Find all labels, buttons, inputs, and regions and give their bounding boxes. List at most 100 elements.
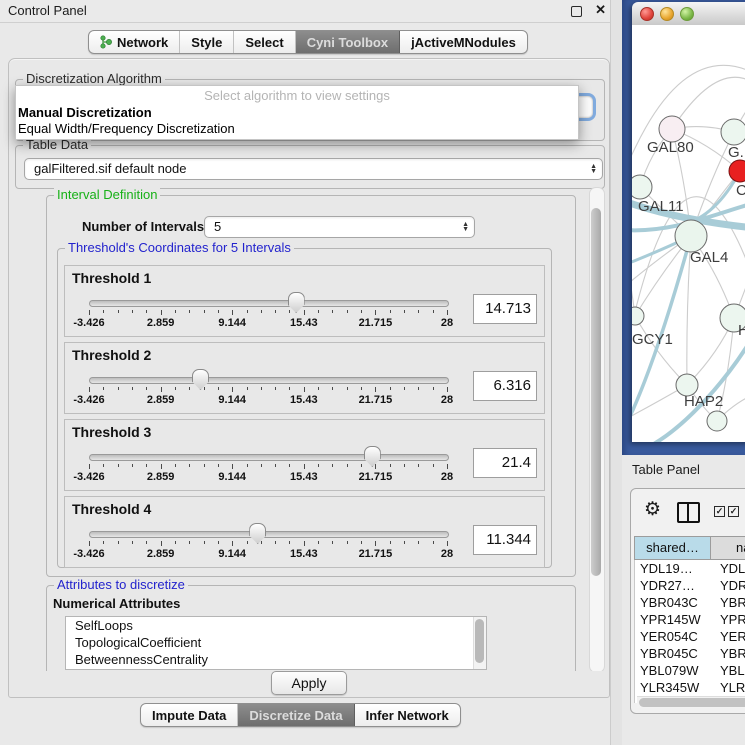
network-node-gcy1[interactable]	[632, 307, 644, 325]
scrollbar-thumb[interactable]	[591, 208, 601, 576]
checkbox-checked-icon[interactable]: ✓	[714, 506, 725, 517]
tick-mark	[404, 310, 405, 313]
close-traffic-light-icon[interactable]	[640, 7, 654, 21]
threshold-slider[interactable]: -3.4262.8599.14415.4321.71528	[89, 523, 447, 565]
attribute-list-item[interactable]: SelfLoops	[66, 617, 486, 634]
threshold-value-field[interactable]: 6.316	[473, 371, 537, 401]
name-cell: YDL1	[715, 560, 745, 577]
slider-track[interactable]	[89, 377, 449, 384]
threshold-value-field[interactable]: 11.344	[473, 525, 537, 555]
tick-mark	[146, 387, 147, 390]
slider-thumb[interactable]	[192, 369, 209, 390]
table-row[interactable]: YDR27…YDR2	[635, 577, 745, 594]
tick-mark	[146, 464, 147, 467]
column-header-shared-name[interactable]: shared…	[634, 537, 711, 559]
table-row[interactable]: YLR345WYLR3	[635, 679, 745, 696]
shared-name-cell: YLR345W	[635, 679, 715, 696]
threshold-value-field[interactable]: 21.4	[473, 448, 537, 478]
tick-mark	[161, 464, 162, 469]
tab-cyni-toolbox[interactable]: Cyni Toolbox	[296, 31, 400, 53]
attribute-list-item[interactable]: TopologicalCoefficient	[66, 634, 486, 651]
network-window-titlebar[interactable]	[632, 2, 745, 26]
tick-mark	[375, 464, 376, 469]
network-canvas[interactable]: GAL80G.CGAL11GAL4GCY1HHAP2	[632, 25, 745, 442]
node-label: GAL11	[638, 198, 684, 215]
numerical-attributes-list[interactable]: SelfLoopsTopologicalCoefficientBetweenne…	[65, 616, 487, 670]
tick-mark	[132, 464, 133, 467]
column-header-name[interactable]: na	[711, 537, 745, 559]
tab-label: Network	[117, 35, 168, 50]
list-scrollbar[interactable]	[473, 617, 486, 669]
tick-mark	[404, 464, 405, 467]
network-view-window[interactable]: GAL80G.CGAL11GAL4GCY1HHAP2	[632, 2, 745, 442]
node-table-panel: ⚙ ✓ ✓ shared… na YDL19…YDL1YDR27…YDR2YBR…	[630, 488, 745, 714]
tab-style[interactable]: Style	[180, 31, 234, 53]
slider-thumb[interactable]	[249, 523, 266, 544]
tab-network[interactable]: Network	[89, 31, 180, 53]
tab-impute-data[interactable]: Impute Data	[141, 704, 238, 726]
tab-select[interactable]: Select	[234, 31, 295, 53]
table-row[interactable]: YBR043CYBR0	[635, 594, 745, 611]
tick-mark	[189, 387, 190, 390]
slider-thumb[interactable]	[364, 446, 381, 467]
slider-track[interactable]	[89, 454, 449, 461]
settings-scrollbar[interactable]	[589, 187, 605, 671]
tick-mark	[89, 387, 90, 392]
table-row[interactable]: YBL079WYBL0	[635, 662, 745, 679]
tick-mark	[146, 310, 147, 313]
tick-mark	[289, 464, 290, 467]
attribute-list-item[interactable]: BetweennessCentrality	[66, 651, 486, 668]
algorithm-option-manual[interactable]: Manual Discretization	[16, 105, 578, 121]
zoom-traffic-light-icon[interactable]	[680, 7, 694, 21]
tab-discretize-data[interactable]: Discretize Data	[238, 704, 354, 726]
number-of-intervals-combo[interactable]: 5 ▲▼	[204, 216, 475, 238]
tick-mark	[404, 387, 405, 390]
network-node-g[interactable]	[721, 119, 745, 145]
network-tree-icon	[100, 35, 112, 49]
bottom-tab-bar: Impute DataDiscretize DataInfer Network	[140, 703, 461, 727]
tick-mark	[118, 541, 119, 544]
table-data-combo[interactable]: galFiltered.sif default node ▲▼	[24, 158, 603, 180]
threshold-value-field[interactable]: 14.713	[473, 294, 537, 324]
gear-icon[interactable]: ⚙	[644, 498, 661, 521]
stepper-icon[interactable]: ▲▼	[590, 159, 597, 179]
tick-mark	[447, 387, 448, 392]
close-icon[interactable]: ✕	[595, 2, 606, 18]
tick-mark	[218, 541, 219, 544]
threshold-slider[interactable]: -3.4262.8599.14415.4321.71528	[89, 446, 447, 488]
tab-jactivemnodules[interactable]: jActiveMNodules	[400, 31, 527, 53]
slider-track[interactable]	[89, 531, 449, 538]
tick-mark	[161, 387, 162, 392]
tick-mark	[375, 541, 376, 546]
settings-viewport: Interval Definition Number of Intervals …	[15, 187, 605, 671]
table-row[interactable]: YBR045CYBR0	[635, 645, 745, 662]
split-columns-icon[interactable]	[677, 502, 700, 523]
number-of-intervals-label: Number of Intervals	[82, 219, 204, 234]
minimize-traffic-light-icon[interactable]	[660, 7, 674, 21]
tick-label: 2.859	[147, 394, 175, 406]
table-hscrollbar[interactable]	[637, 696, 745, 708]
apply-button[interactable]: Apply	[271, 671, 346, 695]
float-window-icon[interactable]	[571, 6, 582, 17]
network-node-gal11[interactable]	[632, 175, 652, 199]
tick-mark	[361, 541, 362, 544]
slider-track[interactable]	[89, 300, 449, 307]
table-row[interactable]: YDL19…YDL1	[635, 560, 745, 577]
checkbox-checked-icon[interactable]: ✓	[728, 506, 739, 517]
network-node[interactable]	[707, 411, 727, 431]
tick-label: 21.715	[359, 471, 393, 483]
table-row[interactable]: YPR145WYPR1	[635, 611, 745, 628]
tick-label: 9.144	[218, 471, 246, 483]
tick-mark	[161, 541, 162, 546]
threshold-label: Threshold 1	[72, 270, 151, 286]
table-row[interactable]: YER054CYER0	[635, 628, 745, 645]
tab-infer-network[interactable]: Infer Network	[355, 704, 460, 726]
tick-mark	[89, 541, 90, 546]
threshold-slider[interactable]: -3.4262.8599.14415.4321.71528	[89, 369, 447, 411]
network-node-gal4[interactable]	[675, 220, 707, 252]
tick-label: 28	[441, 394, 453, 406]
tick-label: 9.144	[218, 317, 246, 329]
threshold-slider[interactable]: -3.4262.8599.14415.4321.71528	[89, 292, 447, 334]
algorithm-option-equal-width[interactable]: Equal Width/Frequency Discretization	[16, 121, 578, 137]
stepper-icon[interactable]: ▲▼	[462, 217, 469, 237]
